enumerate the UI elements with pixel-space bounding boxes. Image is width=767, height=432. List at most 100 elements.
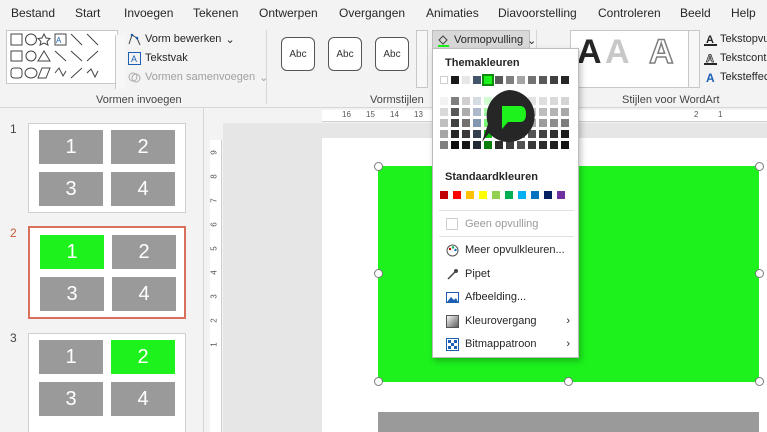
texture-item[interactable]: Bitmappatroon › [437, 333, 576, 355]
shapes-gallery[interactable]: A [6, 30, 125, 89]
theme-color-shade-swatch[interactable] [440, 108, 448, 116]
tab-invoegen[interactable]: Invoegen [124, 6, 173, 20]
tab-beeld[interactable]: Beeld [680, 6, 711, 20]
wordart-gallery[interactable]: A A A [570, 30, 690, 88]
slide-thumbnails-panel[interactable]: 1 1 2 3 4 2 1 2 3 4 3 1 2 3 4 [0, 108, 204, 432]
slide-thumbnail-1[interactable]: 1 2 3 4 [28, 123, 186, 213]
standard-color-swatch[interactable] [557, 191, 565, 199]
tab-bestand[interactable]: Bestand [11, 6, 55, 20]
theme-color-shade-swatch[interactable] [550, 119, 558, 127]
theme-color-shade-swatch[interactable] [561, 130, 569, 138]
resize-handle-bottom-left[interactable] [374, 377, 383, 386]
theme-color-shade-swatch[interactable] [550, 97, 558, 105]
theme-color-shade-swatch[interactable] [451, 130, 459, 138]
standard-color-swatch[interactable] [479, 191, 487, 199]
theme-color-shade-swatch[interactable] [462, 97, 470, 105]
wordart-style-3[interactable]: A [648, 32, 674, 72]
tab-ontwerpen[interactable]: Ontwerpen [259, 6, 318, 20]
theme-color-swatch[interactable] [550, 76, 558, 84]
theme-color-swatch[interactable] [462, 76, 470, 84]
resize-handle-left[interactable] [374, 269, 383, 278]
thumb-cell: 1 [39, 340, 103, 374]
theme-color-shade-swatch[interactable] [440, 130, 448, 138]
standard-color-swatch[interactable] [492, 191, 500, 199]
theme-color-shade-swatch[interactable] [561, 97, 569, 105]
text-effects-icon: A [704, 71, 717, 84]
text-outline-button[interactable]: A Tekstconto [704, 49, 767, 67]
svg-text:A: A [131, 54, 137, 64]
slide-number: 1 [10, 122, 17, 136]
standard-color-swatch[interactable] [518, 191, 526, 199]
standard-color-swatch[interactable] [466, 191, 474, 199]
theme-color-shade-swatch[interactable] [462, 141, 470, 149]
tab-diavoorstelling[interactable]: Diavoorstelling [498, 6, 577, 20]
thumb-cell: 2 [111, 340, 175, 374]
text-effects-button[interactable]: A Teksteffect [704, 68, 767, 86]
more-fill-colors-item[interactable]: Meer opvulkleuren... [437, 239, 576, 261]
edit-shape-icon [128, 33, 141, 46]
theme-color-swatch[interactable] [451, 76, 459, 84]
textbox-button[interactable]: A Tekstvak [128, 49, 188, 67]
shape-style-1[interactable]: Abc [281, 37, 315, 71]
theme-color-shade-swatch[interactable] [440, 119, 448, 127]
standard-color-swatch[interactable] [505, 191, 513, 199]
theme-color-swatch[interactable] [561, 76, 569, 84]
thumb-cell: 4 [111, 172, 175, 206]
tab-start[interactable]: Start [75, 6, 100, 20]
edit-shape-button[interactable]: Vorm bewerken ⌄ [128, 30, 235, 48]
shape-style-2[interactable]: Abc [328, 37, 362, 71]
theme-color-shade-swatch[interactable] [550, 141, 558, 149]
eyedropper-item[interactable]: Pipet [437, 263, 576, 285]
tab-tekenen[interactable]: Tekenen [193, 6, 238, 20]
theme-color-shade-swatch[interactable] [561, 119, 569, 127]
tab-overgangen[interactable]: Overgangen [339, 6, 405, 20]
text-outline-icon: A [704, 52, 717, 65]
theme-color-shade-swatch[interactable] [561, 141, 569, 149]
svg-text:A: A [56, 36, 62, 45]
theme-color-shade-swatch[interactable] [451, 141, 459, 149]
wordart-scrollbar[interactable] [688, 30, 700, 88]
merge-shapes-button[interactable]: Vormen samenvoegen ⌄ [128, 68, 268, 86]
texture-icon [445, 337, 459, 351]
gradient-item[interactable]: Kleurovergang › [437, 310, 576, 332]
slide-thumbnail-3[interactable]: 1 2 3 4 [28, 333, 186, 432]
theme-color-shade-swatch[interactable] [451, 119, 459, 127]
shape-fill-button[interactable]: Vormopvulling ⌄ [432, 30, 536, 50]
shape-style-3[interactable]: Abc [375, 37, 409, 71]
placeholder-shape[interactable] [378, 412, 759, 432]
wordart-style-1[interactable]: A [577, 33, 602, 72]
shapes-gallery-scrollbar[interactable] [115, 35, 125, 89]
resize-handle-top-left[interactable] [374, 162, 383, 171]
picture-fill-item[interactable]: Afbeelding... [437, 286, 576, 308]
theme-color-shade-swatch[interactable] [440, 97, 448, 105]
theme-color-shade-swatch[interactable] [561, 108, 569, 116]
resize-handle-right[interactable] [755, 269, 764, 278]
resize-handle-top-right[interactable] [755, 162, 764, 171]
merge-shapes-icon [128, 71, 141, 84]
slide-thumbnail-2[interactable]: 1 2 3 4 [28, 226, 186, 319]
theme-color-shade-swatch[interactable] [462, 130, 470, 138]
shape-styles-scrollbar[interactable] [416, 30, 428, 88]
theme-color-shade-swatch[interactable] [462, 108, 470, 116]
theme-color-shade-swatch[interactable] [550, 108, 558, 116]
theme-color-shade-swatch[interactable] [451, 97, 459, 105]
standard-color-swatch[interactable] [531, 191, 539, 199]
standard-color-swatch[interactable] [453, 191, 461, 199]
standard-color-swatch[interactable] [440, 191, 448, 199]
theme-color-shade-swatch[interactable] [462, 119, 470, 127]
theme-color-shade-swatch[interactable] [550, 130, 558, 138]
tab-controleren[interactable]: Controleren [598, 6, 661, 20]
tab-help[interactable]: Help [731, 6, 756, 20]
no-fill-item[interactable]: Geen opvulling [437, 213, 576, 235]
shapes-gallery-icons: A [10, 32, 99, 79]
theme-color-shade-swatch[interactable] [440, 141, 448, 149]
theme-color-shade-swatch[interactable] [451, 108, 459, 116]
wordart-style-2[interactable]: A [605, 33, 630, 72]
no-fill-icon [445, 217, 459, 231]
tab-animaties[interactable]: Animaties [426, 6, 479, 20]
standard-color-swatch[interactable] [544, 191, 552, 199]
resize-handle-bottom-right[interactable] [755, 377, 764, 386]
theme-color-swatch[interactable] [440, 76, 448, 84]
text-fill-button[interactable]: A Tekstopvu [704, 30, 767, 48]
resize-handle-bottom[interactable] [564, 377, 573, 386]
